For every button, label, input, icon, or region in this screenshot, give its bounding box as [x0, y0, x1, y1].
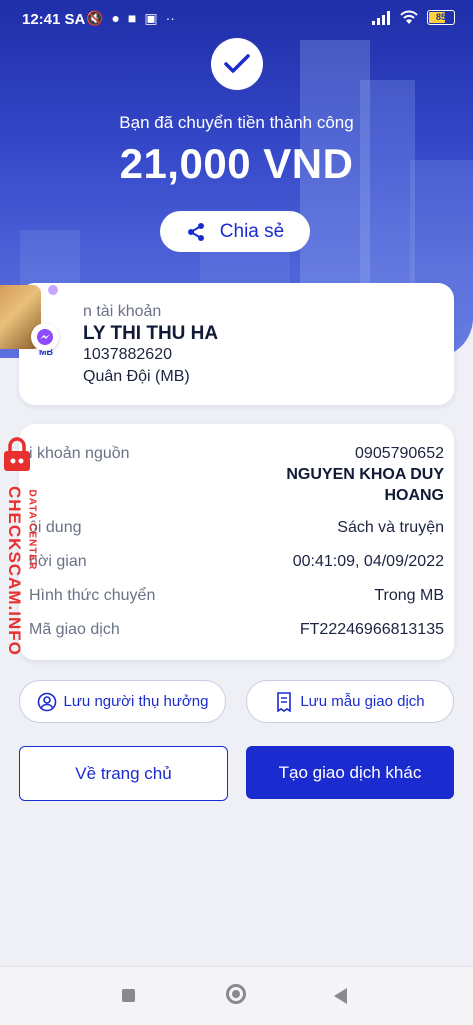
time-value: 00:41:09, 04/09/2022 [292, 553, 444, 570]
source-account-number: 0905790652 [355, 445, 444, 462]
time-label: hời gian [29, 553, 87, 570]
recents-icon[interactable] [122, 989, 135, 1002]
notification-icons: 🔇 ● ■ ▣ ·· [86, 10, 175, 27]
receipt-icon [277, 691, 292, 712]
content-value: Sách và truyện [337, 519, 444, 536]
mute-icon: 🔇 [86, 10, 104, 26]
app-status-icon: ■ [127, 10, 137, 26]
person-icon [37, 692, 56, 711]
save-beneficiary-button[interactable]: Lưu người thụ hưởng [19, 680, 226, 723]
save-beneficiary-label: Lưu người thụ hưởng [63, 693, 209, 710]
chat-head-status-dot [48, 285, 58, 295]
wifi-icon [400, 10, 418, 24]
signal-icon [372, 10, 390, 25]
messenger-status-icon: ● [111, 10, 120, 26]
status-bar: 12:41 SA 🔇 ● ■ ▣ ·· 85 [0, 0, 473, 40]
lock-icon [4, 437, 30, 471]
home-nav-icon[interactable] [226, 984, 246, 1004]
battery-icon: 85 [427, 10, 455, 25]
source-account-name-line2: HOANG [384, 487, 444, 504]
share-icon [187, 222, 204, 241]
instagram-status-icon: ▣ [144, 10, 158, 26]
save-template-label: Lưu mẫu giao dịch [300, 693, 425, 710]
share-button[interactable]: Chia sẻ [160, 211, 310, 252]
source-account-name-line1: NGUYEN KHOA DUY [286, 466, 444, 483]
success-message: Bạn đã chuyển tiền thành công [119, 113, 354, 132]
messenger-icon [31, 323, 59, 351]
recipient-bank: Quân Đội (MB) [83, 368, 190, 385]
watermark-subtitle: DATA CENTER [26, 489, 38, 571]
system-nav-bar [0, 966, 473, 1025]
source-account-label: i khoản nguồn [29, 445, 130, 462]
recipient-account-number: 1037882620 [83, 346, 172, 363]
transaction-id-label: Mã giao dịch [29, 621, 120, 638]
home-button[interactable]: Về trang chủ [19, 746, 228, 801]
more-dots-icon: ·· [165, 10, 175, 26]
new-transaction-button[interactable]: Tạo giao dịch khác [246, 746, 454, 799]
success-check-icon [211, 38, 263, 90]
status-right: 85 [371, 10, 455, 25]
recipient-name: LY THI THU HA [83, 323, 219, 344]
save-template-button[interactable]: Lưu mẫu giao dịch [246, 680, 454, 723]
recipient-card: n tài khoản LY THI THU HA 1037882620 Quâ… [19, 283, 454, 405]
status-time: 12:41 SA [22, 11, 86, 28]
watermark-text: CHECKSCAM.INFO [5, 486, 24, 656]
transfer-method-label: Hình thức chuyển [29, 587, 156, 604]
transfer-method-value: Trong MB [374, 587, 444, 604]
transaction-id-value: FT22246966813135 [299, 621, 444, 638]
back-icon[interactable] [334, 988, 347, 1004]
transfer-amount: 21,000 VND [119, 140, 354, 187]
recipient-label: n tài khoản [83, 303, 162, 320]
share-label: Chia sẻ [219, 220, 285, 242]
transaction-details-card: i khoản nguồn 0905790652 NGUYEN KHOA DUY… [19, 424, 454, 660]
